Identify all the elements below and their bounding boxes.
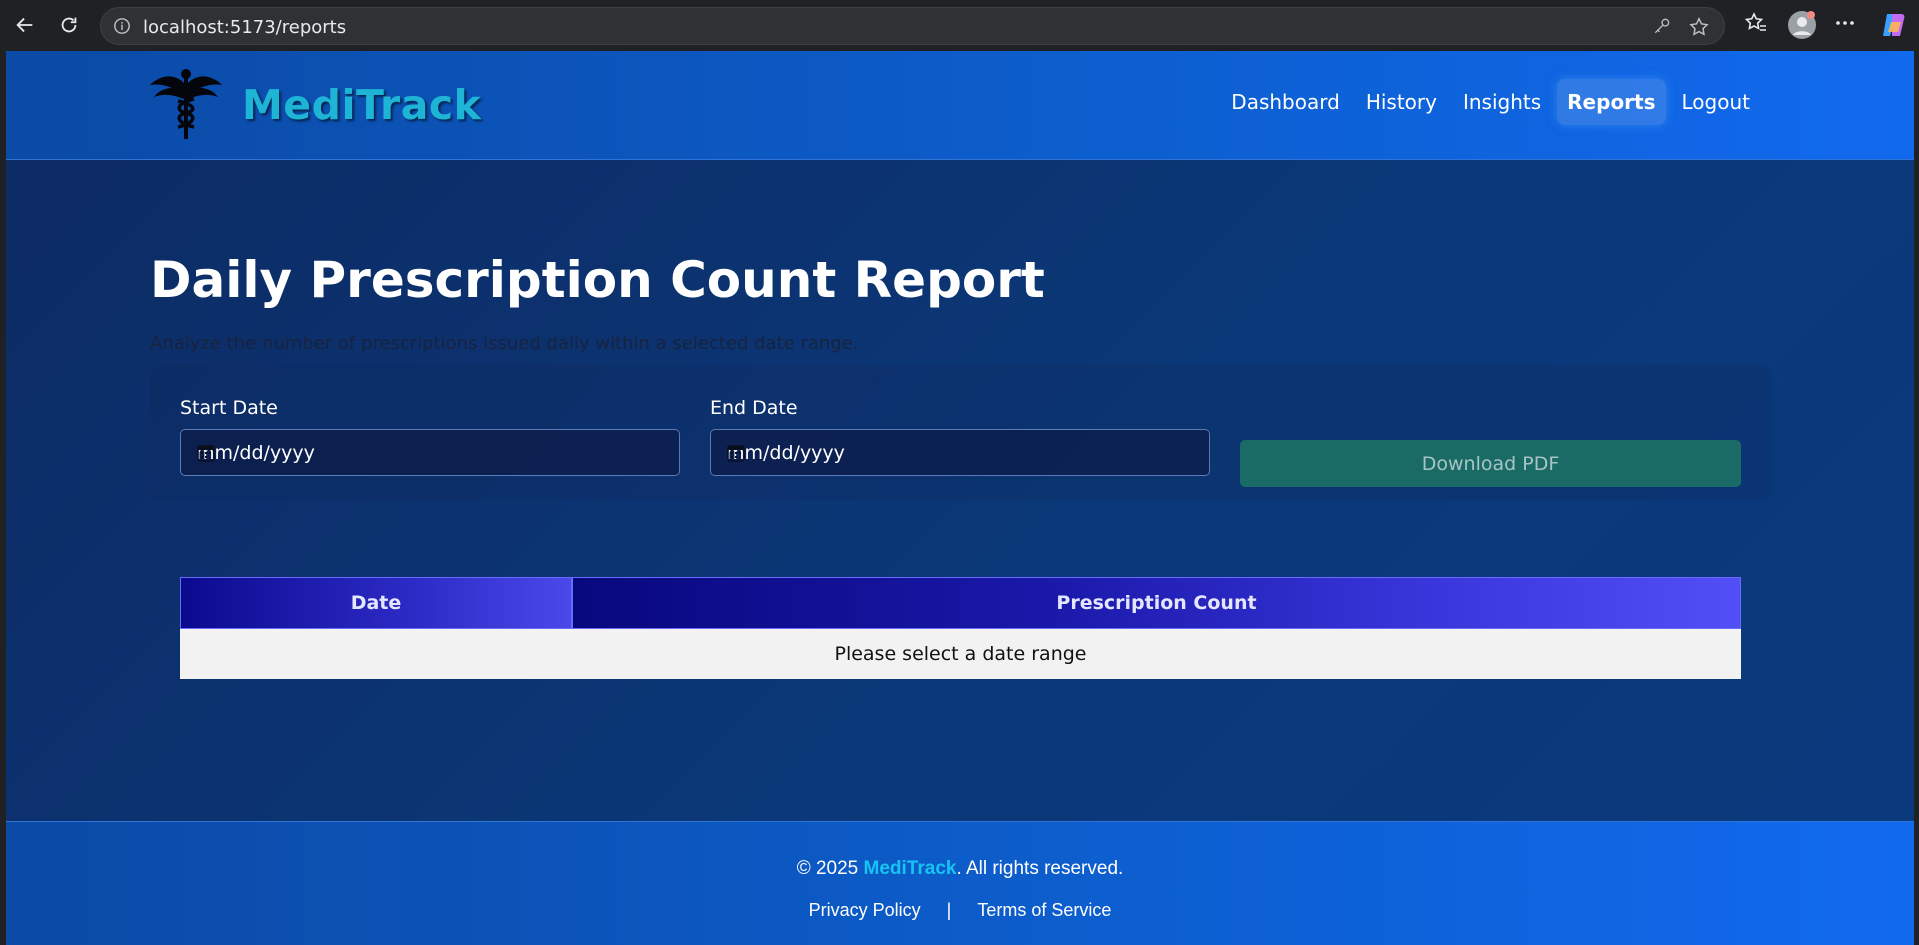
site-info-icon[interactable] [113,17,131,40]
key-icon[interactable] [1652,16,1672,41]
main-nav: Dashboard History Insights Reports Logou… [1221,79,1760,125]
calendar-icon[interactable] [726,443,1191,468]
browser-toolbar: localhost:5173/reports [0,0,1919,51]
download-pdf-button[interactable]: Download PDF [1240,440,1741,487]
profile-avatar-icon[interactable] [1787,10,1817,45]
end-date-field: End Date mm/dd/yyyy [710,397,1210,476]
back-icon[interactable] [10,10,40,40]
copyright-suffix: . All rights reserved. [956,858,1124,879]
table-empty-row: Please select a date range [180,629,1741,679]
footer-links: Privacy Policy | Terms of Service [6,900,1914,921]
footer-brand: MediTrack [863,858,957,879]
page-title: Daily Prescription Count Report [150,251,1045,309]
site-footer: © 2025 MediTrack. All rights reserved. P… [6,821,1914,945]
caduceus-logo-icon [150,67,222,141]
calendar-icon[interactable] [196,443,661,468]
more-options-icon[interactable] [1833,11,1857,40]
favorite-star-icon[interactable] [1688,16,1710,43]
privacy-policy-link[interactable]: Privacy Policy [809,900,921,920]
table-header-row: Date Prescription Count [180,577,1741,629]
site-header: MediTrack Dashboard History Insights Rep… [6,51,1914,160]
column-header-prescription-count[interactable]: Prescription Count [572,577,1741,629]
page-viewport: MediTrack Dashboard History Insights Rep… [6,51,1914,945]
nav-history[interactable]: History [1356,79,1447,125]
nav-insights[interactable]: Insights [1453,79,1551,125]
column-header-date[interactable]: Date [180,577,572,629]
terms-of-service-link[interactable]: Terms of Service [977,900,1111,920]
copilot-icon[interactable] [1879,10,1909,45]
footer-separator: | [946,900,952,920]
nav-logout[interactable]: Logout [1672,79,1760,125]
reload-icon[interactable] [54,10,84,40]
nav-reports[interactable]: Reports [1557,79,1666,125]
copyright-prefix: © 2025 [796,858,864,879]
copyright-text: © 2025 MediTrack. All rights reserved. [6,858,1914,880]
address-bar[interactable]: localhost:5173/reports [100,7,1725,45]
nav-dashboard[interactable]: Dashboard [1221,79,1350,125]
end-date-input[interactable]: mm/dd/yyyy [710,429,1210,476]
start-date-input[interactable]: mm/dd/yyyy [180,429,680,476]
brand-logo-text[interactable]: MediTrack [242,81,481,129]
report-table: Date Prescription Count Please select a … [180,577,1741,679]
favorites-icon[interactable] [1744,11,1768,40]
url-text: localhost:5173/reports [143,17,347,38]
page-subtitle: Analyze the number of prescriptions issu… [150,333,859,354]
end-date-label: End Date [710,397,798,419]
start-date-field: Start Date mm/dd/yyyy [180,397,680,476]
start-date-label: Start Date [180,397,278,419]
